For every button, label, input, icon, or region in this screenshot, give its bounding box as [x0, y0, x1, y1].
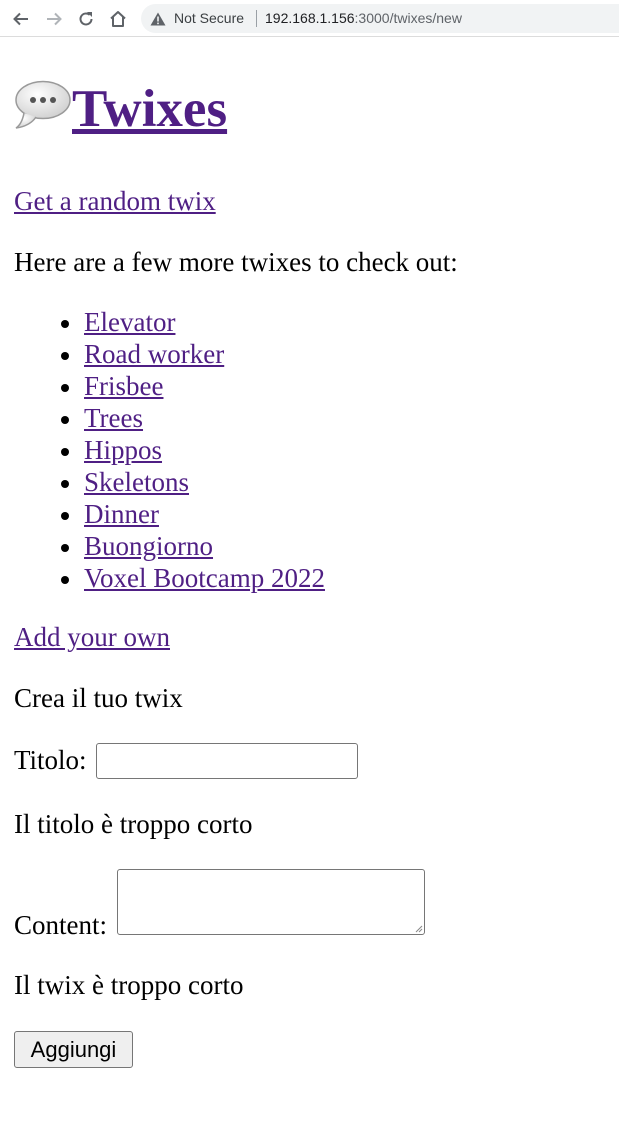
twix-link-buongiorno[interactable]: Buongiorno: [84, 531, 213, 561]
list-item: Trees: [14, 402, 325, 434]
form-heading: Crea il tuo twix: [14, 683, 183, 713]
browser-toolbar: Not Secure 192.168.1.156:3000/twixes/new: [0, 0, 619, 37]
warning-icon[interactable]: [150, 12, 166, 26]
speech-bubble-icon: [14, 80, 72, 132]
resize-grip-icon[interactable]: [415, 925, 423, 933]
more-twixes-text: Here are a few more twixes to check out:: [14, 247, 458, 277]
content-label: Content:: [14, 910, 107, 940]
content-error: Il twix è troppo corto: [14, 970, 244, 1000]
url-text[interactable]: 192.168.1.156:3000/twixes/new: [265, 10, 462, 26]
title-label: Titolo:: [14, 745, 87, 775]
site-title: Twixes: [72, 80, 228, 138]
twix-list: Elevator Road worker Frisbee Trees Hippo…: [14, 306, 325, 594]
address-divider: [256, 10, 257, 27]
twix-link-dinner[interactable]: Dinner: [84, 499, 159, 529]
address-bar[interactable]: Not Secure 192.168.1.156:3000/twixes/new: [141, 4, 619, 33]
list-item: Frisbee: [14, 370, 325, 402]
back-arrow-icon[interactable]: [11, 9, 31, 29]
twix-link-frisbee[interactable]: Frisbee: [84, 371, 163, 401]
twix-link-hippos[interactable]: Hippos: [84, 435, 162, 465]
title-input[interactable]: [96, 743, 358, 779]
forward-arrow-icon[interactable]: [44, 9, 64, 29]
reload-icon[interactable]: [76, 9, 96, 29]
list-item: Dinner: [14, 498, 325, 530]
security-label[interactable]: Not Secure: [174, 10, 244, 26]
twix-link-road-worker[interactable]: Road worker: [84, 339, 224, 369]
twix-link-voxel-bootcamp[interactable]: Voxel Bootcamp 2022: [84, 563, 325, 593]
random-twix-link[interactable]: Get a random twix: [14, 185, 216, 217]
page-title: Twixes: [14, 79, 227, 139]
list-item: Elevator: [14, 306, 325, 338]
url-path: :3000/twixes/new: [354, 10, 462, 26]
title-error: Il titolo è troppo corto: [14, 809, 253, 839]
list-item: Voxel Bootcamp 2022: [14, 562, 325, 594]
add-own-link[interactable]: Add your own: [14, 621, 170, 653]
home-link[interactable]: Twixes: [14, 80, 227, 138]
home-icon[interactable]: [108, 9, 128, 29]
twix-link-trees[interactable]: Trees: [84, 403, 143, 433]
list-item: Buongiorno: [14, 530, 325, 562]
add-twix-button[interactable]: Aggiungi: [14, 1031, 133, 1068]
url-host: 192.168.1.156: [265, 10, 355, 26]
twix-link-skeletons[interactable]: Skeletons: [84, 467, 189, 497]
list-item: Skeletons: [14, 466, 325, 498]
content-textarea[interactable]: [117, 869, 425, 935]
twix-link-elevator[interactable]: Elevator: [84, 307, 175, 337]
list-item: Hippos: [14, 434, 325, 466]
list-item: Road worker: [14, 338, 325, 370]
